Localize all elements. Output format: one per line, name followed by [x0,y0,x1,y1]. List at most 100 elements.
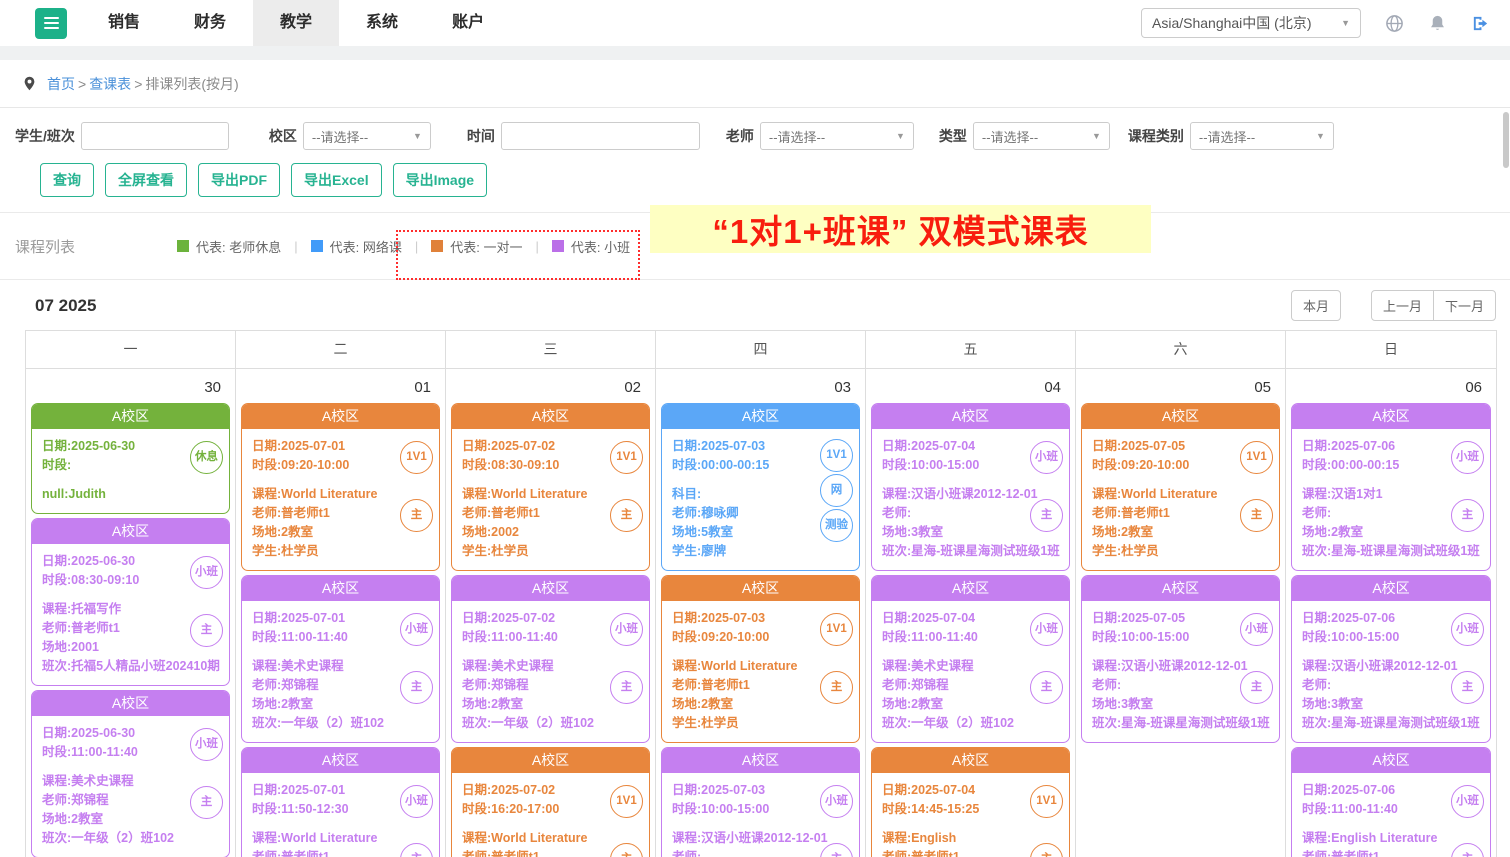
bell-icon[interactable] [1428,14,1447,33]
filter-course-category-label: 课程类别 [1128,126,1184,146]
filter-student-class-label: 学生/班次 [15,126,75,146]
course-card[interactable]: A校区日期:2025-07-06时段:00:00-00:15课程:汉语1对1老师… [1291,403,1491,571]
day-header: 二 [236,331,446,369]
course-card[interactable]: A校区日期:2025-07-01时段:09:20-10:00课程:World L… [241,403,440,571]
badge-1V1: 1V1 [610,785,643,818]
filter-campus-label: 校区 [269,126,297,146]
course-card[interactable]: A校区日期:2025-07-05时段:10:00-15:00课程:汉语小班课20… [1081,575,1280,743]
badge-1V1: 1V1 [400,441,433,474]
day-cell: 06 A校区日期:2025-07-06时段:00:00-00:15课程:汉语1对1… [1286,369,1496,857]
course-card[interactable]: A校区日期:2025-07-02时段:16:20-17:00课程:World L… [451,747,650,857]
course-card[interactable]: A校区日期:2025-07-05时段:09:20-10:00课程:World L… [1081,403,1280,571]
export-excel-button[interactable]: 导出Excel [291,163,382,197]
course-card-line: 学生:杜学员 [672,714,851,733]
course-card-campus: A校区 [452,576,649,601]
legend-item-label: 代表: 网络课 [330,237,402,256]
breadcrumb-schedule[interactable]: 查课表 [89,74,131,94]
tab-account[interactable]: 账户 [425,0,511,46]
current-month-button[interactable]: 本月 [1291,290,1341,321]
course-card-body: 日期:2025-07-06时段:10:00-15:00课程:汉语小班课2012-… [1292,601,1490,742]
course-card-body: 日期:2025-07-05时段:09:20-10:00课程:World Lite… [1082,429,1279,570]
chevron-down-icon: ▼ [1092,131,1101,141]
legend-color-swatch [177,240,189,252]
course-card[interactable]: A校区日期:2025-07-02时段:11:00-11:40课程:美术史课程老师… [451,575,650,743]
course-card[interactable]: A校区日期:2025-07-03时段:09:20-10:00课程:World L… [661,575,860,743]
navbar-right: Asia/Shanghai中国 (北京) ▼ [1141,8,1510,38]
course-card-line: 课程:美术史课程 [252,657,431,676]
legend-item: 代表: 小班 [552,237,630,256]
course-card-campus: A校区 [872,748,1069,773]
chevron-down-icon: ▼ [1316,131,1325,141]
filter-teacher: 老师--请选择--▼ [726,122,914,150]
course-card-body: 日期:2025-07-01时段:11:00-11:40课程:美术史课程老师:郑锦… [242,601,439,742]
course-card[interactable]: A校区日期:2025-06-30时段:null:Judith休息 [31,403,230,514]
timezone-select[interactable]: Asia/Shanghai中国 (北京) ▼ [1141,8,1361,38]
course-card[interactable]: A校区日期:2025-07-03时段:10:00-15:00课程:汉语小班课20… [661,747,860,857]
day-header: 五 [866,331,1076,369]
date-number: 06 [1286,369,1496,399]
badge-主: 主 [1240,671,1273,704]
course-card-line: 课程:汉语小班课2012-12-01 [1092,657,1271,676]
course-card-campus: A校区 [662,404,859,429]
day-header: 日 [1286,331,1496,369]
legend-item: 代表: 老师休息 [177,237,281,256]
course-card[interactable]: A校区日期:2025-07-06时段:11:00-11:40课程:English… [1291,747,1491,857]
course-card-line: 学生:廖牌 [672,542,851,561]
prev-month-button[interactable]: 上一月 [1371,290,1434,321]
scrollbar[interactable] [1503,112,1509,168]
query-button[interactable]: 查询 [40,163,94,197]
export-pdf-button[interactable]: 导出PDF [198,163,280,197]
tab-system[interactable]: 系统 [339,0,425,46]
badge-小班: 小班 [400,785,433,818]
course-card-body: 日期:2025-07-04时段:14:45-15:25课程:English老师:… [872,773,1069,857]
badge-测验: 测验 [820,509,853,542]
course-card[interactable]: A校区日期:2025-07-06时段:10:00-15:00课程:汉语小班课20… [1291,575,1491,743]
filter-student-class-input[interactable] [81,122,229,150]
course-card-line: 学生:杜学员 [462,542,641,561]
course-card-campus: A校区 [242,576,439,601]
course-card-body: 日期:2025-07-05时段:10:00-15:00课程:汉语小班课2012-… [1082,601,1279,742]
filter-type: 类型--请选择--▼ [939,122,1110,150]
course-card[interactable]: A校区日期:2025-07-01时段:11:00-11:40课程:美术史课程老师… [241,575,440,743]
course-card[interactable]: A校区日期:2025-06-30时段:08:30-09:10课程:托福写作老师:… [31,518,230,686]
export-image-button[interactable]: 导出Image [393,163,487,197]
legend-item-label: 代表: 老师休息 [196,237,281,256]
course-card-campus: A校区 [32,691,229,716]
tab-finance[interactable]: 财务 [167,0,253,46]
course-card-campus: A校区 [242,404,439,429]
badge-小班: 小班 [1240,613,1273,646]
filter-time-input[interactable] [501,122,700,150]
course-card-campus: A校区 [452,748,649,773]
course-card[interactable]: A校区日期:2025-07-02时段:08:30-09:10课程:World L… [451,403,650,571]
fullscreen-button[interactable]: 全屏查看 [105,163,187,197]
next-month-button[interactable]: 下一月 [1433,290,1496,321]
course-card-body: 日期:2025-07-03时段:09:20-10:00课程:World Lite… [662,601,859,742]
filter-course-category-select[interactable]: --请选择--▼ [1190,122,1334,150]
legend-item: 代表: 一对一 [431,237,522,256]
course-card[interactable]: A校区日期:2025-07-04时段:11:00-11:40课程:美术史课程老师… [871,575,1070,743]
course-card[interactable]: A校区日期:2025-07-01时段:11:50-12:30课程:World L… [241,747,440,857]
tab-sales[interactable]: 销售 [81,0,167,46]
course-card-line: 班次:星海-班课星海测试班级1班 [1302,714,1482,733]
course-card[interactable]: A校区日期:2025-06-30时段:11:00-11:40课程:美术史课程老师… [31,690,230,857]
course-card[interactable]: A校区日期:2025-07-04时段:14:45-15:25课程:English… [871,747,1070,857]
filter-type-select[interactable]: --请选择--▼ [973,122,1110,150]
course-card[interactable]: A校区日期:2025-07-03时段:00:00-00:15科目:老师:穆咏卿场… [661,403,860,571]
breadcrumb-home[interactable]: 首页 [47,74,75,94]
badge-小班: 小班 [400,613,433,646]
filter-teacher-select[interactable]: --请选择--▼ [760,122,914,150]
course-card-body: 日期:2025-06-30时段:08:30-09:10课程:托福写作老师:普老师… [32,544,229,685]
course-card-line: 课程:汉语小班课2012-12-01 [882,485,1061,504]
menu-button[interactable] [35,8,67,39]
filter-campus-select[interactable]: --请选择--▼ [303,122,431,150]
globe-icon[interactable] [1385,14,1404,33]
filter-row: 学生/班次校区--请选择--▼时间老师--请选择--▼类型--请选择--▼课程类… [0,108,1510,150]
course-card-body: 日期:2025-07-02时段:11:00-11:40课程:美术史课程老师:郑锦… [452,601,649,742]
day-cell: 04A校区日期:2025-07-04时段:10:00-15:00课程:汉语小班课… [866,369,1076,857]
logout-icon[interactable] [1471,14,1490,33]
course-card-body: 日期:2025-07-03时段:00:00-00:15科目:老师:穆咏卿场地:5… [662,429,859,570]
tab-teaching[interactable]: 教学 [253,0,339,46]
main-nav: 销售财务教学系统账户 [81,0,511,46]
course-card[interactable]: A校区日期:2025-07-04时段:10:00-15:00课程:汉语小班课20… [871,403,1070,571]
badge-网: 网 [820,474,853,507]
